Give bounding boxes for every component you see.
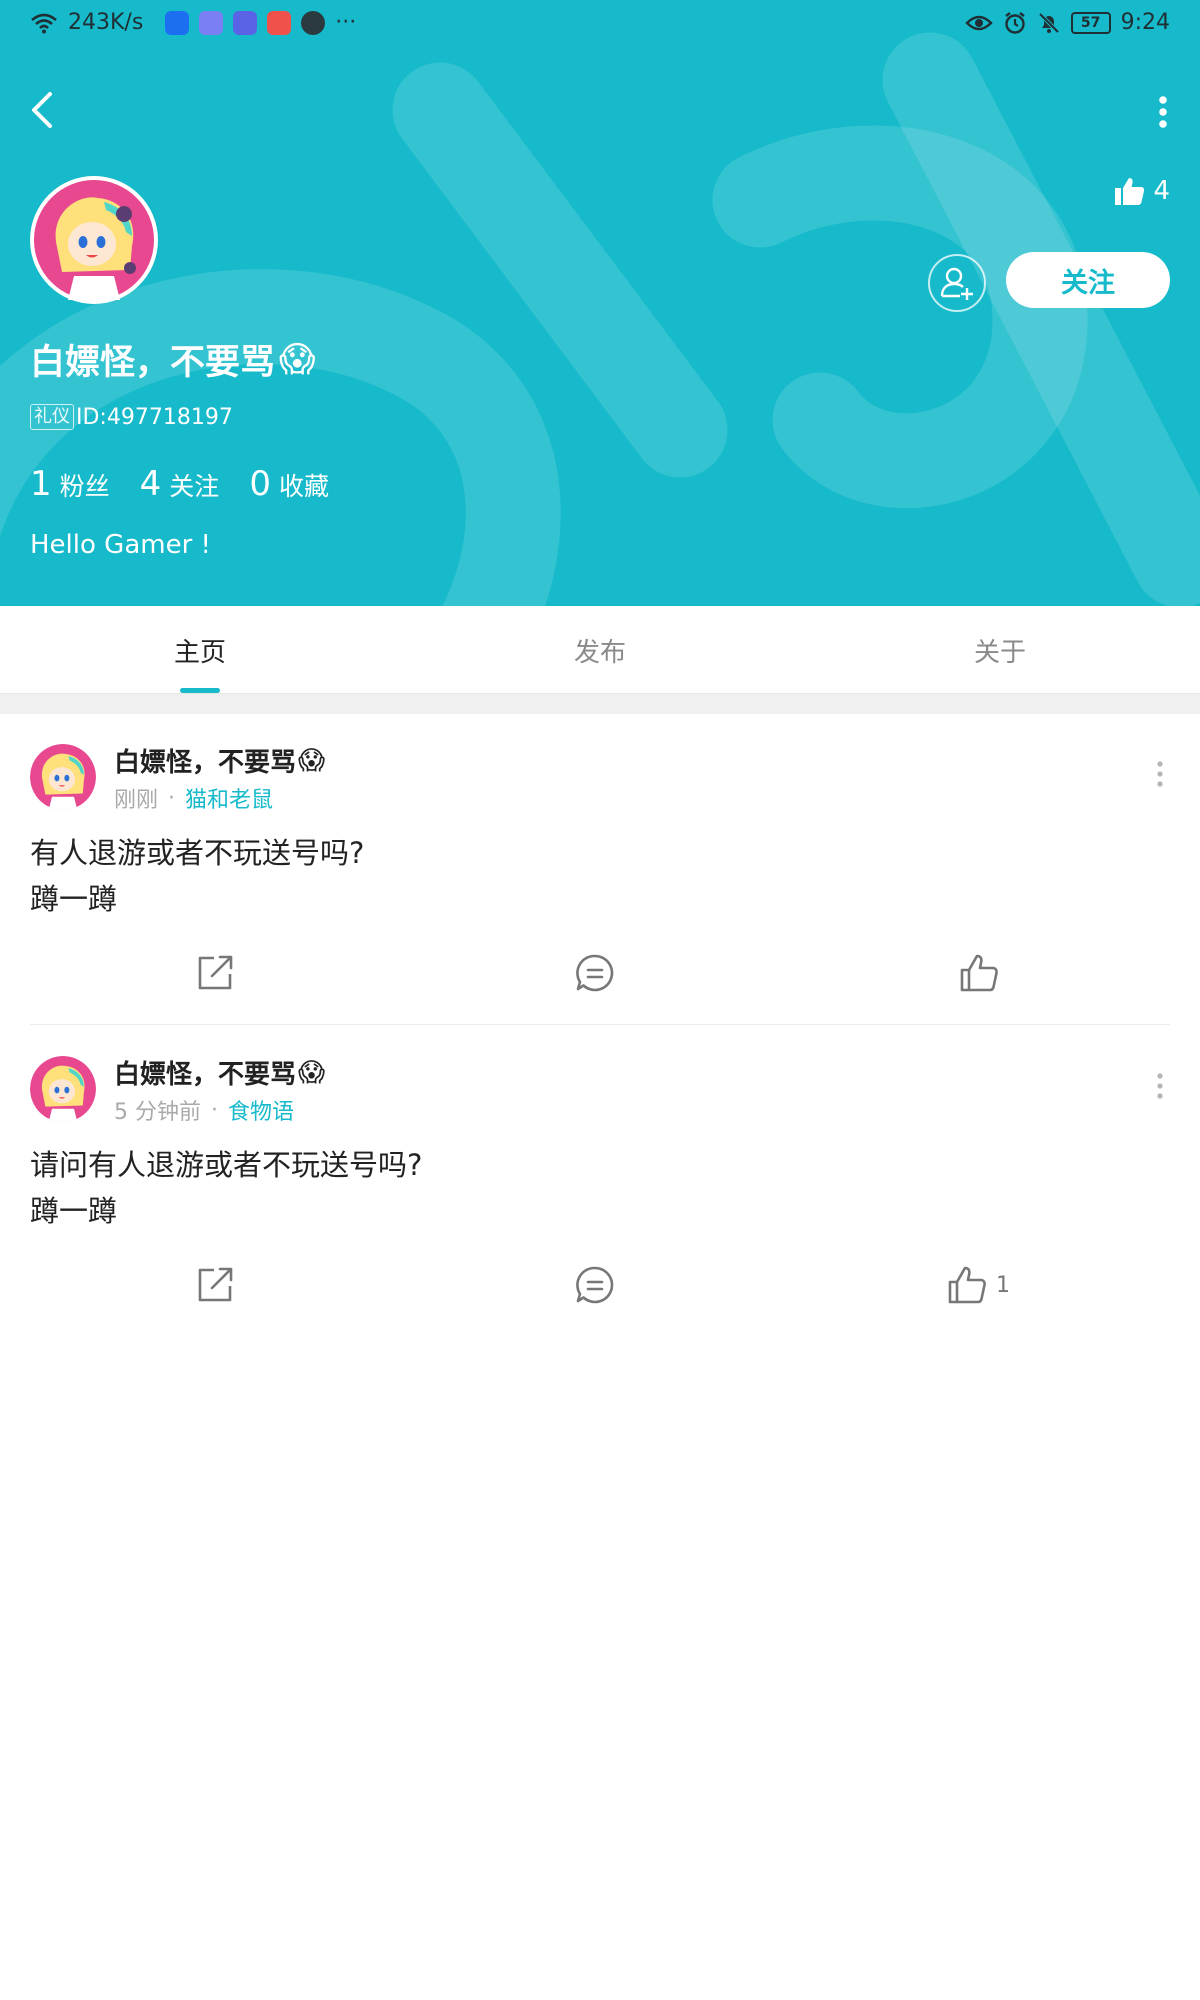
battery-icon: 57 bbox=[1070, 11, 1111, 34]
thumbs-up-icon bbox=[1115, 178, 1145, 205]
notification-app-icon bbox=[165, 10, 190, 35]
post-more-icon[interactable] bbox=[1150, 1070, 1170, 1102]
clock-time: 9:24 bbox=[1120, 10, 1170, 35]
meta-separator: · bbox=[168, 785, 176, 811]
profile-likes: 4 bbox=[1113, 176, 1170, 206]
profile-avatar[interactable] bbox=[30, 176, 158, 304]
post-more-icon[interactable] bbox=[1150, 758, 1170, 790]
comment-icon bbox=[576, 1266, 614, 1304]
stat-number: 1 bbox=[30, 464, 52, 504]
active-tab-indicator bbox=[180, 688, 220, 693]
back-icon[interactable] bbox=[24, 88, 64, 132]
post-text-line: 有人退游或者不玩送号吗? bbox=[30, 836, 365, 870]
like-button[interactable] bbox=[958, 950, 1008, 996]
post-author-name: 白嫖怪，不要骂 bbox=[114, 1060, 297, 1090]
alarm-icon bbox=[1004, 11, 1025, 34]
stat-following[interactable]: 4 关注 bbox=[140, 464, 220, 504]
likes-count: 4 bbox=[1153, 176, 1170, 206]
post-card[interactable]: 白嫖怪，不要骂 😱 5 分钟前 · 食物语 请问有人退游或者不玩送号吗? 蹲一蹲… bbox=[0, 1026, 1200, 1338]
stat-number: 4 bbox=[139, 464, 162, 504]
stat-label: 收藏 bbox=[278, 472, 329, 501]
post-meta: 刚刚 · 猫和老鼠 bbox=[114, 782, 273, 814]
wifi-icon bbox=[31, 13, 57, 33]
stat-number: 0 bbox=[249, 464, 271, 504]
stat-label: 关注 bbox=[169, 472, 220, 501]
tab-posts[interactable]: 发布 bbox=[530, 632, 670, 669]
post-author-name: 白嫖怪，不要骂 bbox=[114, 748, 297, 778]
comment-button[interactable] bbox=[574, 1262, 616, 1308]
post-card[interactable]: 白嫖怪，不要骂 😱 刚刚 · 猫和老鼠 有人退游或者不玩送号吗? 蹲一蹲 bbox=[0, 714, 1200, 1026]
browser-app-icon bbox=[301, 10, 326, 35]
user-id: ID:497718197 bbox=[76, 404, 233, 430]
education-app-icon bbox=[233, 10, 258, 35]
more-notifications-icon: ··· bbox=[335, 10, 357, 35]
profile-tabs: 主页 发布 关于 bbox=[0, 606, 1200, 694]
meta-separator: · bbox=[211, 1097, 218, 1123]
section-separator bbox=[0, 694, 1200, 714]
game-tag[interactable]: 食物语 bbox=[228, 1094, 294, 1126]
share-button[interactable] bbox=[194, 1262, 236, 1308]
share-icon bbox=[198, 955, 233, 990]
profile-header: 243K/s ··· 57 9:24 4 关注 白嫖怪，不要骂 😱 礼仪 ID:… bbox=[0, 0, 1200, 606]
post-text-line: 请问有人退游或者不玩送号吗? bbox=[30, 1148, 423, 1182]
thumbs-up-icon bbox=[948, 1266, 986, 1304]
scream-emoji-icon: 😱 bbox=[298, 745, 326, 776]
post-time: 刚刚 bbox=[114, 788, 159, 813]
mute-bell-icon bbox=[1038, 12, 1060, 33]
more-menu-icon[interactable] bbox=[1148, 92, 1178, 132]
scream-emoji-icon: 😱 bbox=[298, 1057, 326, 1088]
profile-bio: Hello Gamer ! bbox=[30, 530, 211, 560]
post-content[interactable]: 请问有人退游或者不玩送号吗? 蹲一蹲 bbox=[30, 1142, 422, 1234]
add-user-icon bbox=[940, 267, 973, 300]
like-button[interactable]: 1 bbox=[946, 1262, 1010, 1308]
share-button[interactable] bbox=[194, 950, 236, 996]
music-app-icon bbox=[199, 10, 224, 35]
post-avatar[interactable] bbox=[30, 744, 96, 810]
post-content[interactable]: 有人退游或者不玩送号吗? 蹲一蹲 bbox=[30, 830, 364, 922]
post-divider bbox=[30, 1024, 1170, 1025]
tab-home[interactable]: 主页 bbox=[130, 632, 270, 669]
post-text-line: 蹲一蹲 bbox=[30, 1194, 118, 1228]
post-author[interactable]: 白嫖怪，不要骂 😱 bbox=[114, 742, 325, 779]
comment-icon bbox=[576, 954, 614, 992]
stat-label: 粉丝 bbox=[59, 472, 110, 501]
post-avatar[interactable] bbox=[30, 1056, 96, 1122]
game-tag[interactable]: 猫和老鼠 bbox=[185, 782, 273, 814]
like-count: 1 bbox=[996, 1272, 1010, 1298]
post-time: 5 分钟前 bbox=[114, 1100, 201, 1125]
follow-button[interactable]: 关注 bbox=[1006, 252, 1170, 308]
etiquette-badge[interactable]: 礼仪 bbox=[30, 404, 74, 430]
add-friend-button[interactable] bbox=[928, 254, 986, 312]
network-speed: 243K/s bbox=[68, 10, 144, 35]
shop-app-icon bbox=[267, 10, 292, 35]
tab-about[interactable]: 关于 bbox=[930, 632, 1070, 669]
stat-fans[interactable]: 1 粉丝 bbox=[30, 464, 110, 504]
username-text: 白嫖怪，不要骂 bbox=[30, 343, 276, 383]
scream-emoji-icon: 😱 bbox=[279, 339, 316, 380]
stat-favorites[interactable]: 0 收藏 bbox=[249, 464, 329, 504]
profile-stats: 1 粉丝 4 关注 0 收藏 bbox=[30, 464, 359, 504]
post-meta: 5 分钟前 · 食物语 bbox=[114, 1094, 294, 1126]
profile-username: 白嫖怪，不要骂 😱 bbox=[30, 334, 316, 385]
eye-icon bbox=[964, 15, 993, 30]
share-icon bbox=[198, 1267, 233, 1302]
thumbs-up-icon bbox=[960, 954, 998, 992]
post-author[interactable]: 白嫖怪，不要骂 😱 bbox=[114, 1054, 325, 1091]
user-id-row: 礼仪 ID:497718197 bbox=[30, 404, 233, 430]
post-text-line: 蹲一蹲 bbox=[30, 882, 118, 916]
status-bar: 243K/s ··· 57 9:24 bbox=[0, 0, 1200, 50]
comment-button[interactable] bbox=[574, 950, 616, 996]
